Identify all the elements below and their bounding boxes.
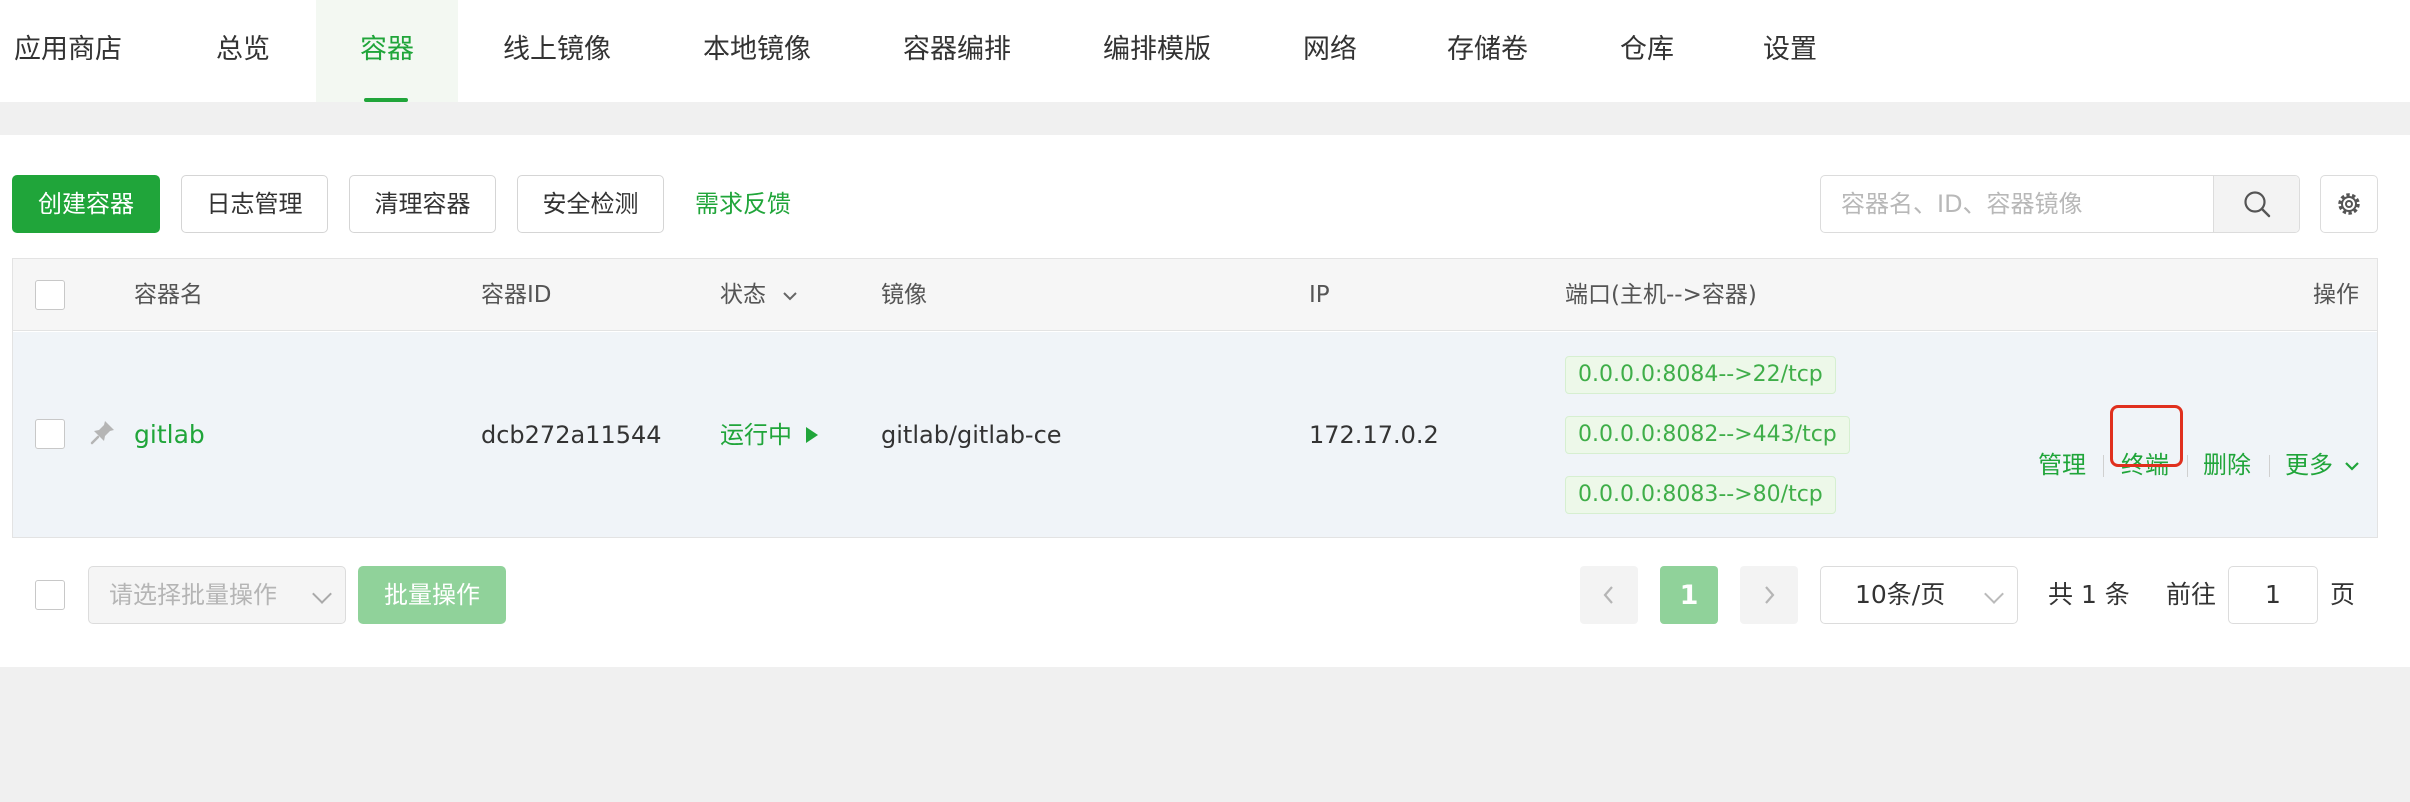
pin-icon[interactable]	[89, 418, 117, 446]
chevron-down-icon	[2344, 462, 2359, 471]
containers-table: 容器名 容器ID 状态 镜像 IP 端口(主机-->容器) 操作 gitlab …	[12, 258, 2378, 538]
action-divider	[2187, 455, 2188, 477]
manage-button[interactable]: 管理	[2038, 450, 2086, 480]
table-header: 容器名 容器ID 状态 镜像 IP 端口(主机-->容器) 操作	[13, 259, 2377, 331]
port-mapping: 0.0.0.0:8083-->80/tcp	[1565, 476, 1836, 514]
tab-containers[interactable]: 容器	[316, 0, 458, 102]
chevron-down-icon	[1984, 584, 2004, 604]
chevron-left-icon	[1603, 586, 1613, 604]
col-id: 容器ID	[481, 282, 552, 308]
container-image: gitlab/gitlab-ce	[881, 421, 1062, 449]
col-ports: 端口(主机-->容器)	[1565, 282, 1757, 308]
col-status[interactable]: 状态	[720, 259, 799, 331]
play-icon	[805, 427, 818, 443]
settings-gear-button[interactable]	[2320, 175, 2378, 233]
tab-network[interactable]: 网络	[1303, 0, 1357, 102]
goto-prefix: 前往	[2166, 580, 2217, 609]
footer-select-all-checkbox[interactable]	[35, 580, 65, 610]
action-divider	[2103, 455, 2104, 477]
select-all-checkbox[interactable]	[35, 280, 65, 310]
tab-app-store[interactable]: 应用商店	[14, 0, 122, 102]
page-size-value: 10条/页	[1855, 580, 1946, 609]
total-count: 共 1 条	[2048, 580, 2130, 609]
action-divider	[2269, 455, 2270, 477]
port-mapping: 0.0.0.0:8082-->443/tcp	[1565, 416, 1850, 454]
search-input[interactable]	[1821, 176, 2213, 232]
container-id: dcb272a11544	[481, 421, 662, 449]
clean-containers-button[interactable]: 清理容器	[349, 175, 496, 233]
tab-overview[interactable]: 总览	[216, 0, 270, 102]
tab-templates[interactable]: 编排模版	[1103, 0, 1211, 102]
col-image: 镜像	[881, 282, 927, 308]
create-container-button[interactable]: 创建容器	[12, 175, 160, 233]
more-actions-button[interactable]: 更多	[2285, 450, 2361, 480]
chevron-down-icon	[312, 584, 332, 604]
log-management-button[interactable]: 日志管理	[181, 175, 328, 233]
tab-local-images[interactable]: 本地镜像	[703, 0, 811, 102]
status-badge[interactable]: 运行中	[720, 420, 820, 450]
col-actions: 操作	[2313, 282, 2359, 308]
page-number-button[interactable]: 1	[1660, 566, 1718, 624]
security-check-button[interactable]: 安全检测	[517, 175, 664, 233]
active-tab-underline	[364, 98, 408, 102]
tab-online-images[interactable]: 线上镜像	[503, 0, 611, 102]
batch-action-placeholder: 请选择批量操作	[109, 581, 277, 609]
status-text: 运行中	[720, 421, 792, 449]
tab-volumes[interactable]: 存储卷	[1447, 0, 1528, 102]
nav-tabbar: 应用商店 总览 容器 线上镜像 本地镜像 容器编排 编排模版 网络 存储卷 仓库…	[0, 0, 2410, 102]
col-status-label: 状态	[720, 282, 766, 308]
delete-button[interactable]: 删除	[2203, 450, 2251, 480]
goto-suffix: 页	[2330, 580, 2356, 609]
batch-action-select[interactable]: 请选择批量操作	[88, 566, 346, 624]
col-name: 容器名	[134, 282, 203, 308]
page-size-select[interactable]: 10条/页	[1820, 566, 2018, 624]
search-icon	[2243, 191, 2270, 218]
prev-page-button[interactable]	[1580, 566, 1638, 624]
goto-page-input[interactable]: 1	[2228, 566, 2318, 624]
table-row: gitlab dcb272a11544 运行中 gitlab/gitlab-ce…	[13, 332, 2377, 537]
search-box	[1820, 175, 2300, 233]
chevron-down-icon	[783, 291, 798, 300]
port-mapping: 0.0.0.0:8084-->22/tcp	[1565, 356, 1836, 394]
col-ip: IP	[1309, 282, 1330, 308]
row-checkbox[interactable]	[35, 419, 65, 449]
container-ip: 172.17.0.2	[1309, 421, 1439, 449]
more-actions-label: 更多	[2285, 451, 2333, 479]
search-button[interactable]	[2213, 176, 2299, 232]
next-page-button[interactable]	[1740, 566, 1798, 624]
feedback-link[interactable]: 需求反馈	[695, 175, 791, 233]
tab-orchestration[interactable]: 容器编排	[903, 0, 1011, 102]
gear-icon	[2338, 193, 2360, 215]
container-name-link[interactable]: gitlab	[134, 420, 205, 450]
tab-registry[interactable]: 仓库	[1620, 0, 1674, 102]
chevron-right-icon	[1765, 586, 1775, 604]
tab-settings[interactable]: 设置	[1763, 0, 1817, 102]
highlight-annotation	[2110, 405, 2183, 467]
batch-operate-button[interactable]: 批量操作	[358, 566, 506, 624]
tab-containers-label: 容器	[360, 34, 414, 65]
